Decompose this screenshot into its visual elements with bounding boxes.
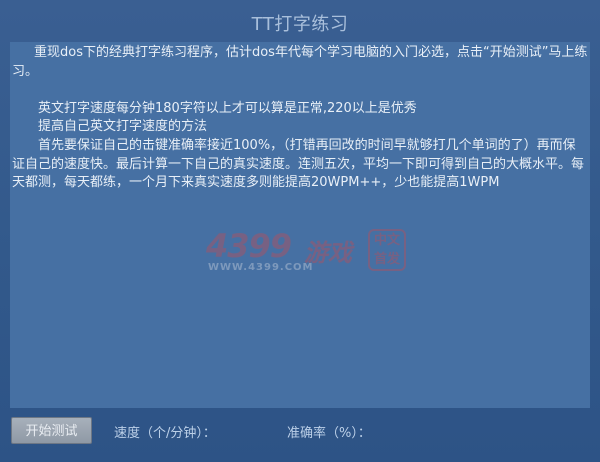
app-title: TT打字练习	[251, 14, 349, 35]
instructions-panel: 重现dos下的经典打字练习程序，估计dos年代每个学习电脑的入门必选，点击“开始…	[10, 42, 590, 408]
intro-paragraph: 重现dos下的经典打字练习程序，估计dos年代每个学习电脑的入门必选，点击“开始…	[12, 45, 588, 79]
method-heading: 提高自己英文打字速度的方法	[38, 119, 208, 135]
4399-logo: 4399	[206, 227, 292, 265]
speed-label: 速度（个/分钟）：	[114, 426, 216, 441]
instructions-text: 重现dos下的经典打字练习程序，估计dos年代每个学习电脑的入门必选，点击“开始…	[12, 44, 588, 193]
speed-standard-paragraph: 英文打字速度每分钟180字符以上才可以算是正常,220以上是优秀	[38, 100, 417, 116]
game-logo-text: 游戏	[304, 239, 352, 267]
accuracy-label: 准确率（%）：	[287, 426, 371, 441]
chinese-first-seal: 中文 首发	[368, 229, 406, 271]
typing-practice-app: TT打字练习 重现dos下的经典打字练习程序，估计dos年代每个学习电脑的入门必…	[0, 0, 600, 462]
watermark-url: WWW.4399.COM	[208, 262, 314, 273]
method-paragraph: 首先要保证自己的击键准确率接近100%，（打错再回改的时间早就够打几个单词的了）…	[12, 137, 585, 191]
4399-watermark: 4399 游戏 WWW.4399.COM 中文 首发	[206, 227, 416, 279]
start-test-button[interactable]: 开始测试	[11, 417, 92, 444]
